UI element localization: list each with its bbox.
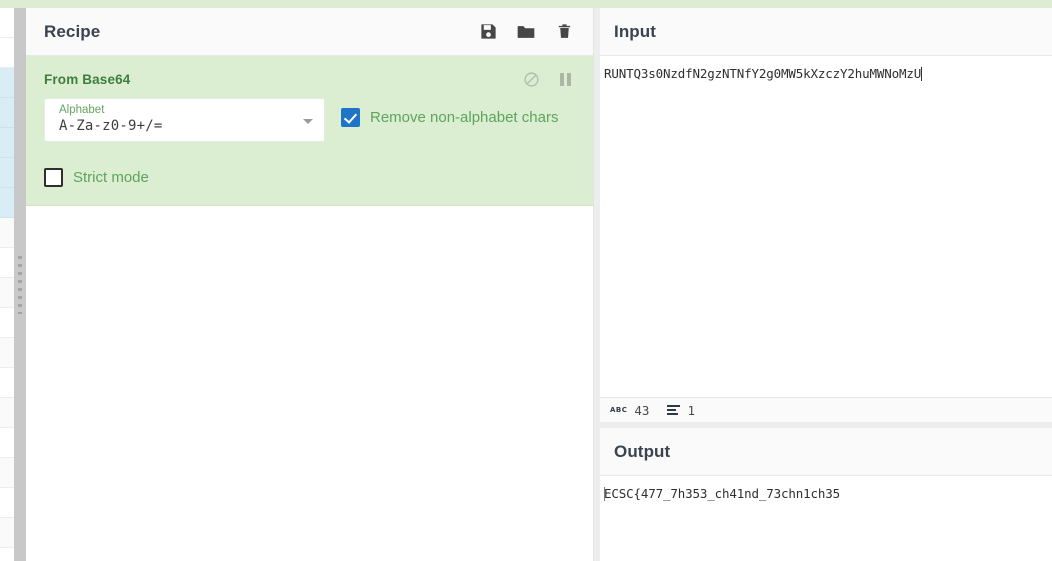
- operation-title: From Base64: [44, 71, 131, 87]
- operation-list-item[interactable]: [0, 278, 14, 308]
- alphabet-select[interactable]: Alphabet A-Za-z0-9+/=: [44, 98, 325, 142]
- output-textarea[interactable]: ECSC{477_7h353_ch41nd_73chn1ch35: [600, 476, 1052, 560]
- recipe-title-bar: Recipe: [26, 8, 593, 56]
- remove-non-alphabet-checkbox[interactable]: Remove non-alphabet chars: [341, 108, 558, 127]
- cyberchef-app: Recipe From Base64 Alphabet A-Za-z0-9+/=…: [0, 0, 1052, 561]
- operation-controls: [521, 69, 575, 89]
- operation-list-item[interactable]: [0, 548, 14, 561]
- lines-icon: [667, 405, 681, 415]
- input-lines-value: 1: [687, 402, 695, 418]
- alphabet-label: Alphabet: [59, 104, 105, 116]
- save-icon[interactable]: [477, 21, 499, 43]
- text-caret: [921, 67, 923, 81]
- operation-list-item[interactable]: [0, 128, 14, 158]
- abc-icon: ABC: [610, 406, 628, 414]
- output-text-content: ECSC{477_7h353_ch41nd_73chn1ch35: [600, 476, 1052, 501]
- input-panel: Input RUNTQ3s0NzdfN2gzNTNfY2g0MW5kXzczY2…: [600, 8, 1052, 422]
- chevron-down-icon: [303, 119, 313, 124]
- input-status-bar: ABC 43 1: [600, 397, 1052, 422]
- operation-list-item[interactable]: [0, 248, 14, 278]
- alphabet-value: A-Za-z0-9+/=: [59, 118, 163, 134]
- input-title: Input: [614, 21, 657, 41]
- operation-list-item[interactable]: [0, 68, 14, 98]
- operation-list-item[interactable]: [0, 368, 14, 398]
- recipe-panel: Recipe From Base64 Alphabet A-Za-z0-9+/=…: [26, 8, 594, 561]
- strict-mode-row: Strict mode: [26, 168, 593, 187]
- disable-operation-icon[interactable]: [521, 69, 541, 89]
- input-length-value: 43: [634, 402, 650, 418]
- operation-list-item[interactable]: [0, 158, 14, 188]
- operation-header: From Base64: [26, 66, 593, 92]
- operation-list-item[interactable]: [0, 38, 14, 68]
- output-panel: Output ECSC{477_7h353_ch41nd_73chn1ch35: [600, 428, 1052, 561]
- panel-splitter[interactable]: [14, 8, 26, 561]
- input-textarea[interactable]: RUNTQ3s0NzdfN2gzNTNfY2g0MW5kXzczY2huMWNo…: [600, 56, 1052, 396]
- input-title-bar: Input: [600, 8, 1052, 56]
- input-value: RUNTQ3s0NzdfN2gzNTNfY2g0MW5kXzczY2huMWNo…: [604, 66, 922, 81]
- checkbox-box-icon: [341, 108, 360, 127]
- recipe-drop-area[interactable]: [26, 206, 593, 526]
- operation-list-item[interactable]: [0, 98, 14, 128]
- input-lines-stat: 1: [667, 403, 695, 418]
- operation-list-item[interactable]: [0, 218, 14, 248]
- operation-list-item[interactable]: [0, 188, 14, 218]
- recipe-toolbar: [477, 21, 575, 43]
- top-accent-bar: [0, 0, 1052, 8]
- operation-list-item[interactable]: [0, 458, 14, 488]
- output-value: ECSC{477_7h353_ch41nd_73chn1ch35: [604, 486, 841, 501]
- output-title-bar: Output: [600, 428, 1052, 476]
- operation-list-item[interactable]: [0, 398, 14, 428]
- input-text-content: RUNTQ3s0NzdfN2gzNTNfY2g0MW5kXzczY2huMWNo…: [600, 56, 1052, 81]
- operations-panel[interactable]: [0, 8, 15, 561]
- splitter-grip-icon: [18, 255, 22, 314]
- io-column: Input RUNTQ3s0NzdfN2gzNTNfY2g0MW5kXzczY2…: [594, 8, 1052, 561]
- input-length-stat: ABC 43: [610, 403, 649, 418]
- folder-icon[interactable]: [515, 21, 537, 43]
- operation-list-item[interactable]: [0, 518, 14, 548]
- strict-mode-label: Strict mode: [73, 169, 149, 186]
- operation-list-item[interactable]: [0, 8, 14, 38]
- recipe-operation-from-base64[interactable]: From Base64 Alphabet A-Za-z0-9+/= Remove…: [26, 56, 593, 206]
- operation-list-item[interactable]: [0, 488, 14, 518]
- operation-list-item[interactable]: [0, 338, 14, 368]
- operation-arguments: Alphabet A-Za-z0-9+/= Remove non-alphabe…: [26, 92, 593, 142]
- checkbox-box-icon: [44, 168, 63, 187]
- operation-list-item[interactable]: [0, 308, 14, 338]
- remove-non-alphabet-label: Remove non-alphabet chars: [370, 109, 559, 126]
- breakpoint-pause-icon[interactable]: [555, 69, 575, 89]
- recipe-title: Recipe: [44, 21, 101, 41]
- trash-icon[interactable]: [553, 21, 575, 43]
- operation-list-item[interactable]: [0, 428, 14, 458]
- strict-mode-checkbox[interactable]: Strict mode: [44, 168, 575, 187]
- output-title: Output: [614, 441, 671, 461]
